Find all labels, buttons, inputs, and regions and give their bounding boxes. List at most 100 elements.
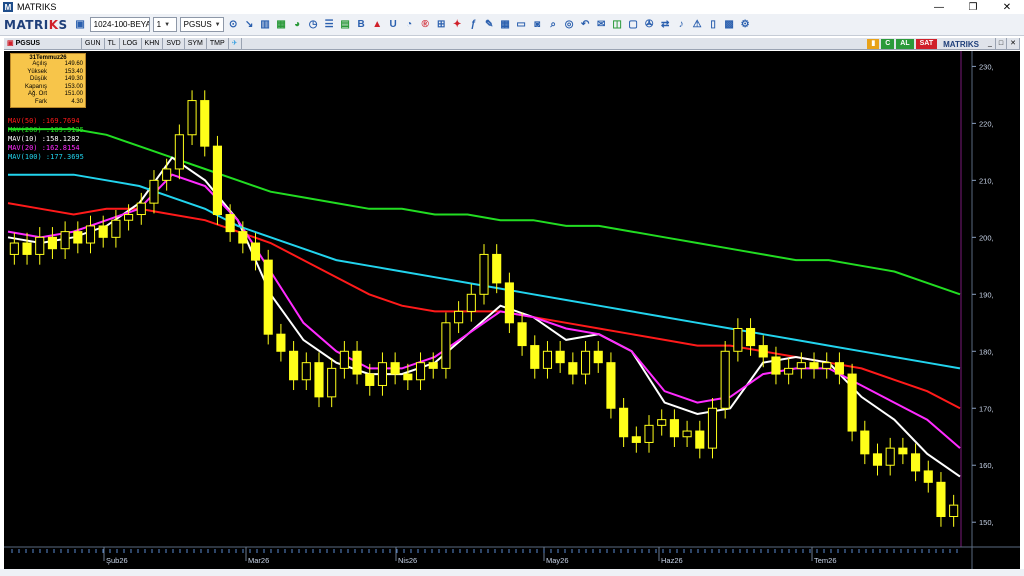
pin-icon[interactable]: ✦ [451, 18, 464, 31]
bar-chart-icon[interactable]: ▥ [259, 18, 272, 31]
chart-symbol-label[interactable]: ▣ PGSUS [4, 37, 82, 50]
chart-close-button[interactable]: ✕ [1007, 38, 1020, 50]
candle-body [733, 327, 743, 352]
unit-icon[interactable]: U [387, 18, 400, 31]
indicator-icon[interactable]: ▦ [275, 18, 288, 31]
info-row-close: Kapanış 153.00 [13, 84, 83, 92]
clock-icon[interactable]: ◷ [307, 18, 320, 31]
candle-body [860, 430, 870, 455]
app-logo-icon: M [3, 2, 13, 12]
twitter-icon[interactable]: ✈ [229, 37, 242, 50]
info-label: Yüksek [27, 68, 47, 75]
undo-icon[interactable]: ↶ [579, 18, 592, 31]
legend-mav50: MAV(50) :169.7694 [8, 117, 80, 125]
chart-maximize-button[interactable]: □ [996, 38, 1008, 50]
list-icon[interactable]: ☰ [323, 18, 336, 31]
tab-tmp[interactable]: TMP [207, 37, 229, 50]
bold-icon[interactable]: B [355, 18, 368, 31]
tab-gun[interactable]: GUN [82, 37, 105, 50]
calculator-icon[interactable]: ▩ [723, 18, 736, 31]
candle-body [85, 225, 96, 244]
tab-tl[interactable]: TL [105, 37, 120, 50]
close-button[interactable]: ✕ [992, 0, 1022, 14]
info-value: 149.30 [64, 76, 83, 82]
sell-button[interactable]: SAT [915, 39, 938, 49]
mail-icon[interactable]: ✉ [595, 18, 608, 31]
chart-brand: MATRIKS [943, 39, 979, 49]
tab-khn[interactable]: KHN [142, 37, 164, 50]
warning-icon[interactable]: ⚠ [691, 18, 704, 31]
price-chart[interactable]: 230, 220, 210, 200, 190, 180, 170, 160, 150, Şub2… [4, 51, 1020, 569]
pencil-icon[interactable]: ✎ [483, 18, 496, 31]
symbol-select[interactable]: PGSUS ▼ [179, 17, 224, 32]
chart-window-header: ▣ PGSUS GUN TL LOG KHN SVD SYM TMP ✈ ▮ C… [4, 37, 1020, 50]
search-icon[interactable]: ⌕ [547, 18, 560, 31]
y-tick-label: 220, [979, 119, 994, 128]
tools-icon[interactable]: ✇ [643, 18, 656, 31]
refresh-icon[interactable]: C [881, 39, 895, 49]
formula-icon[interactable]: ƒ [467, 18, 480, 31]
camera-icon[interactable]: ◙ [531, 18, 544, 31]
candle-body [225, 214, 235, 233]
info-value: 153.00 [64, 83, 83, 90]
candle-body [911, 453, 921, 472]
info-label: Düşük [29, 76, 47, 82]
candle-body [606, 362, 616, 409]
y-tick-label: 150, [979, 518, 994, 527]
document-icon[interactable]: ▯ [707, 18, 720, 31]
time-icon[interactable]: ◔ [403, 18, 416, 31]
info-value: 153.40 [64, 68, 83, 75]
title-bar: M MATRIKS — ❐ ✕ [0, 0, 1024, 14]
candle-body [492, 253, 502, 284]
candle-body [847, 373, 857, 432]
news-icon[interactable]: ▭ [515, 18, 528, 31]
scanner-icon[interactable]: ◎ [563, 18, 576, 31]
drawing-tool-icon[interactable]: ↘ [243, 18, 256, 31]
tab-svd[interactable]: SVD [163, 37, 185, 50]
table-icon[interactable]: ▤ [339, 18, 352, 31]
candle-body [834, 362, 844, 375]
candle-body [441, 322, 451, 369]
tab-log[interactable]: LOG [120, 37, 142, 50]
x-tick-label: Tem26 [814, 556, 837, 565]
arrows-icon[interactable]: ⇄ [659, 18, 672, 31]
candle-body [619, 407, 629, 438]
gear-icon[interactable]: ⚙ [739, 18, 752, 31]
x-tick-label: Haz26 [661, 556, 683, 565]
candle-body [73, 231, 83, 244]
candle-body [784, 367, 794, 375]
chevron-down-icon: ▼ [164, 21, 171, 28]
y-tick-label: 200, [979, 233, 994, 242]
candle-body [898, 447, 908, 455]
tab-sym[interactable]: SYM [185, 37, 207, 50]
lock-icon[interactable]: ▮ [867, 39, 880, 49]
spreadsheet-icon[interactable]: ▦ [499, 18, 512, 31]
y-tick-label: 160, [979, 461, 994, 470]
minimize-button[interactable]: — [924, 0, 954, 14]
grid-icon[interactable]: ⊞ [435, 18, 448, 31]
zoom-icon[interactable]: ⊙ [227, 18, 240, 31]
template-select[interactable]: 1024-100-BEYA [89, 17, 150, 32]
layout-select[interactable]: 1 ▼ [152, 17, 177, 32]
chart-canvas[interactable]: 230, 220, 210, 200, 190, 180, 170, 160, 150, Şub2… [4, 51, 1020, 569]
candle-body [124, 214, 134, 221]
buy-button[interactable]: AL [896, 39, 914, 49]
candle-body [47, 236, 57, 250]
reference-icon[interactable]: ® [419, 18, 432, 31]
alert-icon[interactable]: ▲ [371, 18, 384, 31]
candle-body [949, 504, 959, 518]
chart-type-icon[interactable]: ◫ [611, 18, 624, 31]
chart-minimize-button[interactable]: _ [985, 38, 996, 50]
window-icon[interactable]: ▢ [627, 18, 640, 31]
info-label: Ağ. Ort [27, 91, 47, 97]
bell-icon[interactable]: ♪ [675, 18, 688, 31]
save-icon[interactable]: ▣ [74, 18, 87, 31]
candle-body [657, 419, 667, 426]
series-line-mav10 [7, 156, 961, 478]
symbol-select-value: PGSUS [183, 20, 212, 29]
candle-body [720, 350, 730, 409]
candle-body [9, 242, 19, 255]
pie-chart-icon[interactable]: ◕ [291, 18, 304, 31]
restore-button[interactable]: ❐ [958, 0, 988, 14]
logo-text-a: MATRI [4, 17, 49, 32]
